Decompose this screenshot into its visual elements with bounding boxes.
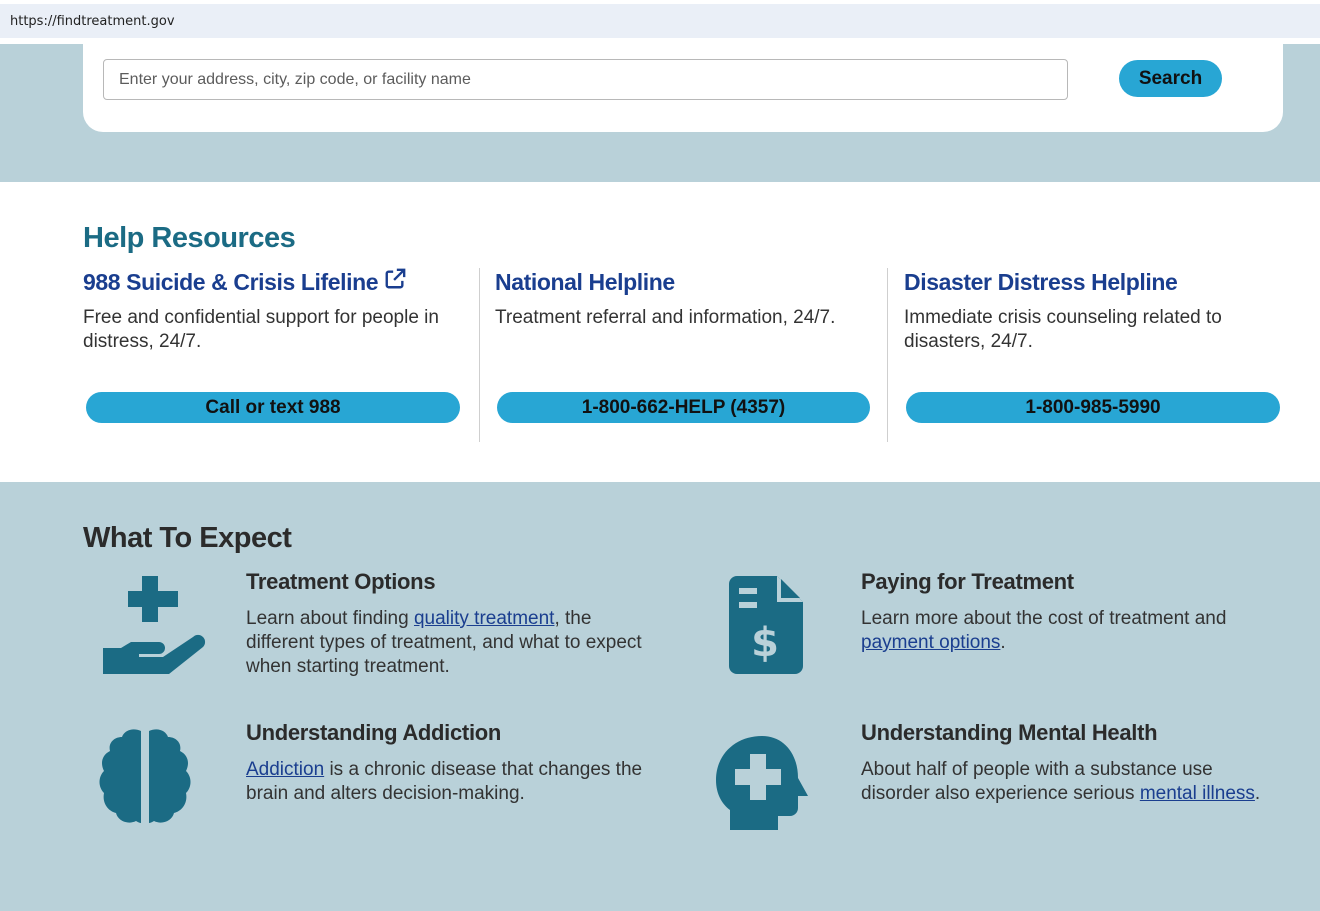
expect-item-title: Treatment Options — [246, 569, 436, 594]
resource-title: 988 Suicide & Crisis Lifeline — [83, 268, 379, 295]
addiction-link[interactable]: Addiction — [246, 759, 324, 780]
expect-item-title: Understanding Mental Health — [861, 720, 1158, 745]
resource-988: 988 Suicide & Crisis Lifeline Free and c… — [83, 268, 463, 442]
help-resources-section: Help Resources 988 Suicide & Crisis Life… — [0, 182, 1320, 482]
resource-988-title-link[interactable]: 988 Suicide & Crisis Lifeline — [83, 268, 463, 296]
resource-national-helpline: National Helpline Treatment referral and… — [479, 268, 887, 442]
resource-description: Immediate crisis counseling related to d… — [904, 307, 1222, 352]
external-link-icon — [384, 268, 406, 296]
expect-item-title: Paying for Treatment — [861, 569, 1074, 594]
brain-icon — [96, 727, 194, 830]
call-988-button[interactable]: Call or text 988 — [86, 392, 460, 423]
search-button[interactable]: Search — [1119, 60, 1222, 97]
address-bar[interactable]: https://findtreatment.gov — [0, 4, 1320, 38]
expect-item-title: Understanding Addiction — [246, 720, 502, 745]
url-text: https://findtreatment.gov — [10, 14, 175, 29]
expect-item-text: Addiction is a chronic disease that chan… — [246, 759, 643, 804]
expect-item-text: Learn about finding quality treatment, t… — [246, 608, 642, 677]
call-national-helpline-button[interactable]: 1-800-662-HELP (4357) — [497, 392, 870, 423]
help-resources-heading: Help Resources — [83, 222, 296, 254]
svg-text:$: $ — [751, 620, 779, 666]
search-input[interactable] — [103, 59, 1068, 100]
search-section: Search — [0, 44, 1320, 182]
search-card: Search — [83, 44, 1283, 132]
head-with-plus-icon — [714, 734, 812, 835]
resource-description: Free and confidential support for people… — [83, 307, 439, 352]
resource-national-helpline-title[interactable]: National Helpline — [495, 268, 887, 296]
payment-options-link[interactable]: payment options — [861, 632, 1000, 653]
resource-title: National Helpline — [495, 268, 675, 295]
hand-with-plus-icon — [101, 576, 213, 679]
resource-disaster-helpline-title[interactable]: Disaster Distress Helpline — [904, 268, 1287, 296]
quality-treatment-link[interactable]: quality treatment — [414, 608, 554, 629]
what-to-expect-section: What To Expect Treatment Options Learn a… — [0, 482, 1320, 911]
what-to-expect-heading: What To Expect — [83, 522, 292, 554]
mental-illness-link[interactable]: mental illness — [1140, 783, 1255, 804]
expect-item-text: About half of people with a substance us… — [861, 759, 1261, 804]
resource-description: Treatment referral and information, 24/7… — [495, 307, 836, 328]
call-disaster-helpline-button[interactable]: 1-800-985-5990 — [906, 392, 1280, 423]
invoice-dollar-icon: $ — [729, 576, 803, 679]
resource-disaster-helpline: Disaster Distress Helpline Immediate cri… — [887, 268, 1287, 442]
resource-title: Disaster Distress Helpline — [904, 268, 1178, 295]
expect-item-text: Learn more about the cost of treatment a… — [861, 608, 1227, 653]
